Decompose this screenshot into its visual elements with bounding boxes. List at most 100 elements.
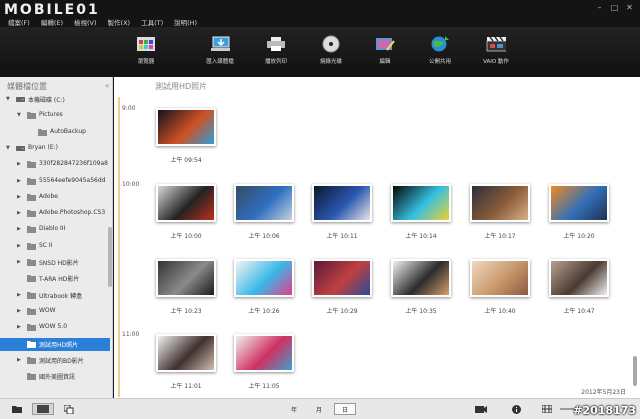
collapse-arrow-icon[interactable]: ▶ bbox=[17, 243, 21, 249]
photo-time-label: 上午 10:26 bbox=[248, 308, 280, 315]
sidebar-scrollbar[interactable] bbox=[108, 227, 112, 287]
media-location-sidebar: 媒體檔位置 « ▼ 本機磁碟 (C:) ▼ Pictures AutoBackup ▼ Br… bbox=[0, 77, 113, 398]
slideshow-button[interactable] bbox=[474, 403, 488, 415]
collapse-arrow-icon[interactable]: ▶ bbox=[17, 259, 21, 265]
photo-thumbnail[interactable] bbox=[312, 259, 372, 297]
photo-thumbnail[interactable] bbox=[234, 184, 294, 222]
folder-tree-item[interactable]: ▶ Adobe bbox=[0, 191, 110, 204]
folder-tree-item[interactable]: ▶ Diablo III bbox=[0, 223, 110, 236]
menu-file[interactable]: 檔案(F) bbox=[8, 17, 30, 27]
folder-icon bbox=[27, 258, 36, 266]
toolbar-browser-button[interactable]: 瀏覽器 bbox=[116, 35, 176, 65]
toolbar-burn-disc-button[interactable]: 燒錄光碟 bbox=[301, 35, 361, 65]
photo-thumbnail[interactable] bbox=[391, 259, 451, 297]
printer-icon bbox=[266, 35, 286, 53]
photo-thumbnail[interactable] bbox=[156, 259, 216, 297]
browser-icon bbox=[136, 35, 156, 53]
folder-tree-item[interactable]: ▶ SNSD HD影片 bbox=[0, 256, 110, 269]
folder-view-button[interactable] bbox=[10, 403, 24, 415]
disc-icon bbox=[321, 35, 341, 53]
toolbar-import-button[interactable]: 匯入媒體檔 bbox=[190, 35, 250, 65]
slideshow-icon bbox=[475, 405, 487, 413]
folder-icon bbox=[27, 323, 36, 332]
maximize-button[interactable]: □ bbox=[608, 2, 621, 13]
menu-view[interactable]: 檢視(V) bbox=[74, 17, 97, 27]
minimize-button[interactable]: – bbox=[593, 2, 606, 13]
expand-arrow-icon[interactable]: ▼ bbox=[6, 96, 10, 102]
main-toolbar: 瀏覽器 匯入媒體檔 播放列印 燒錄光碟 編輯 公開共用 VAIO 動作 bbox=[0, 27, 640, 77]
view-year-button[interactable]: 年 bbox=[285, 403, 303, 415]
collapse-arrow-icon[interactable]: ▶ bbox=[17, 357, 21, 363]
small-grid-icon bbox=[542, 405, 552, 413]
folder-tree-item[interactable]: 測試用HD照片 bbox=[0, 337, 110, 351]
toolbar-label: 匯入媒體檔 bbox=[206, 59, 234, 65]
collapse-arrow-icon[interactable]: ▶ bbox=[17, 210, 21, 216]
folder-tree-item[interactable]: ▶ 55564eefe9045a56dd bbox=[0, 175, 110, 188]
folder-icon bbox=[27, 372, 36, 381]
photo-thumbnail[interactable] bbox=[549, 259, 609, 297]
photo-thumbnail[interactable] bbox=[312, 184, 372, 222]
folder-tree-label: Ultrabook 轉盒 bbox=[39, 292, 83, 300]
collapse-arrow-icon[interactable]: ▶ bbox=[17, 161, 21, 167]
menu-create[interactable]: 製作(X) bbox=[108, 17, 131, 27]
folder-tree-item[interactable]: ▶ SC II bbox=[0, 240, 110, 253]
folder-tree-item[interactable]: ▶ WOW bbox=[0, 305, 110, 318]
scrollbar-thumb[interactable] bbox=[633, 356, 637, 386]
folder-icon bbox=[38, 128, 47, 136]
menu-list: 檔案(F) 編輯(E) 檢視(V) 製作(X) 工具(T) 說明(H) bbox=[8, 17, 208, 27]
folder-tree-item[interactable]: ▼ Pictures bbox=[0, 109, 110, 122]
folder-tree-item[interactable]: ▶ 330f282847236f109a8 bbox=[0, 158, 110, 171]
photo-time-label: 上午 10:35 bbox=[405, 308, 437, 315]
folder-tree-item[interactable]: ▶ Ultrabook 轉盒 bbox=[0, 289, 110, 302]
folder-tree-item[interactable]: ▶ 測試用的BD影片 bbox=[0, 354, 110, 367]
info-button[interactable] bbox=[510, 403, 522, 415]
folder-tree-item[interactable]: ▼ 本機磁碟 (C:) bbox=[0, 93, 110, 106]
collapse-sidebar-button[interactable]: « bbox=[105, 82, 109, 90]
menu-tools[interactable]: 工具(T) bbox=[141, 17, 163, 27]
photo-time-label: 上午 10:14 bbox=[405, 233, 437, 240]
folder-tree-item[interactable]: T-ARA HD影片 bbox=[0, 272, 110, 285]
photo-thumbnail[interactable] bbox=[234, 334, 294, 372]
photo-thumbnail[interactable] bbox=[156, 334, 216, 372]
collapse-arrow-icon[interactable]: ▶ bbox=[17, 178, 21, 184]
photo-time-label: 上午 09:54 bbox=[170, 157, 202, 164]
expand-arrow-icon[interactable]: ▼ bbox=[6, 145, 10, 151]
thumbnail-size-button[interactable] bbox=[540, 403, 554, 415]
main-scrollbar[interactable] bbox=[632, 92, 638, 392]
photo-time-label: 上午 10:17 bbox=[484, 233, 516, 240]
view-day-button[interactable]: 日 bbox=[334, 403, 356, 415]
menu-help[interactable]: 說明(H) bbox=[174, 17, 197, 27]
folder-tree-item[interactable]: 國外美圖資訊 bbox=[0, 370, 110, 383]
collapse-arrow-icon[interactable]: ▶ bbox=[17, 324, 21, 330]
toolbar-share-button[interactable]: 公開共用 bbox=[410, 35, 470, 65]
info-icon bbox=[511, 404, 521, 414]
collapse-arrow-icon[interactable]: ▶ bbox=[17, 292, 21, 298]
folder-tree-label: 測試用的BD影片 bbox=[39, 357, 84, 365]
photo-thumbnail[interactable] bbox=[234, 259, 294, 297]
expand-arrow-icon[interactable]: ▼ bbox=[17, 112, 21, 118]
photo-thumbnail[interactable] bbox=[470, 259, 530, 297]
folder-tree-item[interactable]: ▶ Adobe.Photoshop.CS3 bbox=[0, 207, 110, 220]
collapse-arrow-icon[interactable]: ▶ bbox=[17, 194, 21, 200]
menu-edit[interactable]: 編輯(E) bbox=[41, 17, 63, 27]
photo-thumbnail[interactable] bbox=[156, 108, 216, 146]
photo-time-label: 上午 10:40 bbox=[484, 308, 516, 315]
photo-thumbnail[interactable] bbox=[391, 184, 451, 222]
collapse-arrow-icon[interactable]: ▶ bbox=[17, 226, 21, 232]
photo-thumbnail[interactable] bbox=[549, 184, 609, 222]
toolbar-edit-button[interactable]: 編輯 bbox=[355, 35, 415, 65]
collapse-arrow-icon[interactable]: ▶ bbox=[17, 308, 21, 314]
toolbar-print-button[interactable]: 播放列印 bbox=[246, 35, 306, 65]
folder-tree-item[interactable]: ▼ Bryan (E:) bbox=[0, 142, 110, 155]
toolbar-vaio-movie-button[interactable]: VAIO 動作 bbox=[466, 35, 526, 65]
grid-view-button[interactable] bbox=[32, 403, 54, 415]
copy-view-button[interactable] bbox=[62, 403, 76, 415]
hour-label: 11:00 bbox=[122, 331, 140, 338]
date-label: 2012年5月23日 bbox=[581, 389, 626, 396]
view-month-button[interactable]: 月 bbox=[310, 403, 328, 415]
photo-thumbnail[interactable] bbox=[156, 184, 216, 222]
close-button[interactable]: ✕ bbox=[623, 2, 636, 13]
folder-tree-item[interactable]: AutoBackup bbox=[0, 126, 110, 139]
folder-tree-item[interactable]: ▶ WOW 5.0 bbox=[0, 321, 110, 334]
photo-thumbnail[interactable] bbox=[470, 184, 530, 222]
